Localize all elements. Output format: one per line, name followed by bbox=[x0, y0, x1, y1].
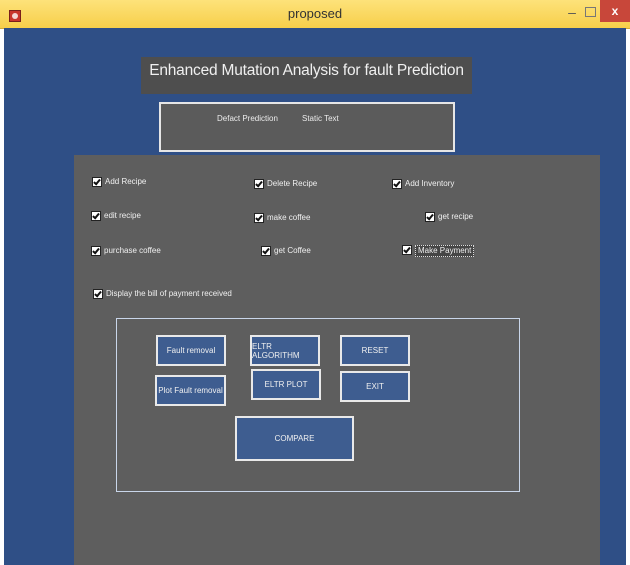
checkbox-checked-icon[interactable] bbox=[93, 289, 103, 299]
eltr-plot-button[interactable]: ELTR PLOT bbox=[251, 369, 321, 400]
window-title: proposed bbox=[287, 6, 343, 21]
button-panel: Fault removal ELTR ALGORITHM RESET Plot … bbox=[116, 318, 520, 492]
exit-button[interactable]: EXIT bbox=[340, 371, 410, 402]
main-panel: Add Recipe Delete Recipe Add Inventory e… bbox=[74, 155, 600, 565]
page-title: Enhanced Mutation Analysis for fault Pre… bbox=[141, 57, 472, 94]
checkbox-label: Make Payment bbox=[415, 245, 475, 257]
content-frame: Enhanced Mutation Analysis for fault Pre… bbox=[4, 28, 626, 565]
checkbox-label: edit recipe bbox=[104, 211, 141, 220]
checkbox-checked-icon[interactable] bbox=[91, 211, 101, 221]
compare-button[interactable]: COMPARE bbox=[235, 416, 354, 461]
info-box: Defact Prediction Static Text bbox=[159, 102, 455, 152]
checkbox-checked-icon[interactable] bbox=[261, 246, 271, 256]
defact-prediction-label: Defact Prediction bbox=[217, 114, 278, 123]
checkbox-label: Add Recipe bbox=[105, 177, 147, 186]
checkbox-label: make coffee bbox=[267, 213, 311, 222]
checkbox-checked-icon[interactable] bbox=[425, 212, 435, 222]
plot-fault-removal-button[interactable]: Plot Fault removal bbox=[155, 375, 226, 406]
minimize-button[interactable]: – bbox=[565, 5, 579, 19]
application-window: proposed – x Enhanced Mutation Analysis … bbox=[0, 0, 630, 565]
checkbox-label: purchase coffee bbox=[104, 246, 161, 255]
checkbox-checked-icon[interactable] bbox=[254, 179, 264, 189]
checkbox-checked-icon[interactable] bbox=[402, 245, 412, 255]
checkbox-label: get recipe bbox=[438, 212, 474, 221]
maximize-button[interactable] bbox=[585, 7, 596, 17]
close-button[interactable]: x bbox=[600, 0, 630, 22]
checkbox-checked-icon[interactable] bbox=[392, 179, 402, 189]
checkbox-checked-icon[interactable] bbox=[92, 177, 102, 187]
static-text-label: Static Text bbox=[302, 114, 339, 123]
checkbox-label: Display the bill of payment received bbox=[106, 289, 232, 298]
eltr-algorithm-button[interactable]: ELTR ALGORITHM bbox=[250, 335, 320, 366]
title-bar[interactable]: proposed – x bbox=[0, 0, 630, 29]
checkbox-checked-icon[interactable] bbox=[91, 246, 101, 256]
checkbox-label: get Coffee bbox=[274, 246, 311, 255]
reset-button[interactable]: RESET bbox=[340, 335, 410, 366]
checkbox-label: Add Inventory bbox=[405, 179, 455, 188]
checkbox-checked-icon[interactable] bbox=[254, 213, 264, 223]
checkbox-label: Delete Recipe bbox=[267, 179, 318, 188]
fault-removal-button[interactable]: Fault removal bbox=[156, 335, 226, 366]
